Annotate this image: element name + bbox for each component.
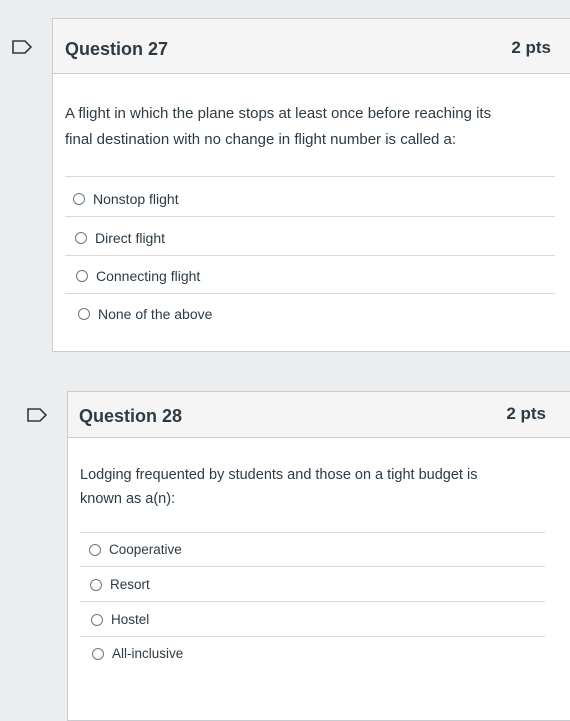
answer-label: Resort: [110, 577, 150, 592]
radio-button-icon[interactable]: [78, 308, 90, 320]
radio-button-icon[interactable]: [76, 270, 88, 282]
question-title: Question 28: [79, 406, 183, 426]
answer-separator: [65, 176, 555, 177]
answer-option[interactable]: Connecting flight: [76, 268, 200, 284]
question-text: A flight in which the plane stops at lea…: [65, 101, 555, 153]
question-header: Question 28 2 pts: [68, 392, 570, 438]
question-text: Lodging frequented by students and those…: [80, 463, 550, 511]
question-points: 2 pts: [511, 38, 551, 57]
question-text-line: A flight in which the plane stops at lea…: [65, 105, 492, 122]
answer-option[interactable]: Cooperative: [89, 542, 182, 557]
question-text-line: Lodging frequented by students and those…: [80, 467, 478, 483]
question-points: 2 pts: [506, 404, 546, 423]
radio-button-icon[interactable]: [90, 578, 102, 591]
flag-question-icon[interactable]: [27, 408, 47, 422]
answer-separator: [65, 255, 555, 256]
answer-label: None of the above: [98, 306, 213, 322]
question-header: Question 27 2 pts: [53, 19, 570, 74]
answer-separator: [65, 216, 555, 217]
answer-label: All-inclusive: [112, 646, 184, 661]
radio-button-icon[interactable]: [92, 647, 104, 660]
answer-option[interactable]: Direct flight: [75, 230, 165, 246]
question-card: Question 27 2 pts A flight in which the …: [52, 18, 570, 352]
answer-option[interactable]: Hostel: [91, 612, 149, 627]
answer-option[interactable]: All-inclusive: [92, 646, 183, 661]
answer-label: Connecting flight: [96, 268, 201, 284]
question-text-line: final destination with no change in flig…: [65, 131, 457, 148]
answer-label: Direct flight: [95, 230, 166, 246]
answer-label: Hostel: [111, 612, 150, 627]
flag-question-icon[interactable]: [12, 40, 32, 54]
radio-button-icon[interactable]: [75, 232, 87, 244]
radio-button-icon[interactable]: [73, 193, 85, 205]
answer-label: Nonstop flight: [93, 191, 179, 207]
answer-separator: [80, 532, 545, 533]
answer-option[interactable]: Resort: [90, 577, 150, 592]
question-title: Question 27: [65, 39, 169, 59]
answer-option[interactable]: Nonstop flight: [73, 191, 179, 207]
answer-separator: [80, 601, 545, 602]
radio-button-icon[interactable]: [89, 543, 101, 556]
answer-option[interactable]: None of the above: [78, 306, 212, 322]
question-card: Question 28 2 pts Lodging frequented by …: [67, 391, 570, 721]
answer-separator: [80, 566, 545, 567]
answer-separator: [80, 636, 545, 637]
question-text-line: known as a(n):: [80, 491, 176, 507]
radio-button-icon[interactable]: [91, 613, 103, 626]
answer-separator: [65, 293, 555, 294]
answer-label: Cooperative: [109, 542, 182, 557]
